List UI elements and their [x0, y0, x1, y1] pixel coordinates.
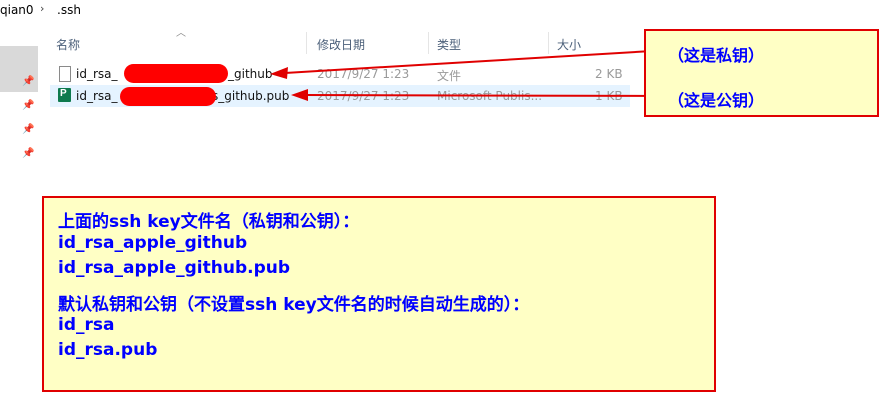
- note-line: id_rsa_apple_github: [58, 233, 248, 253]
- private-key-label: （这是私钥）: [668, 46, 765, 65]
- note-line: id_rsa_apple_github.pub: [58, 258, 291, 278]
- key-callout-box: （这是私钥） （这是公钥）: [644, 29, 879, 117]
- public-key-label: （这是公钥）: [668, 91, 765, 110]
- note-line: id_rsa.pub: [58, 340, 158, 360]
- note-line: 默认私钥和公钥（不设置ssh key文件名的时候自动生成的）：: [58, 295, 530, 315]
- arrowhead: [291, 89, 308, 101]
- arrow-to-private-key: [284, 50, 653, 74]
- arrowhead: [270, 67, 288, 79]
- note-line: 上面的ssh key文件名（私钥和公钥）：: [58, 212, 360, 232]
- arrow-to-public-key: [304, 94, 665, 97]
- notes-callout-box: 上面的ssh key文件名（私钥和公钥）： id_rsa_apple_githu…: [42, 196, 716, 392]
- note-line: id_rsa: [58, 315, 115, 335]
